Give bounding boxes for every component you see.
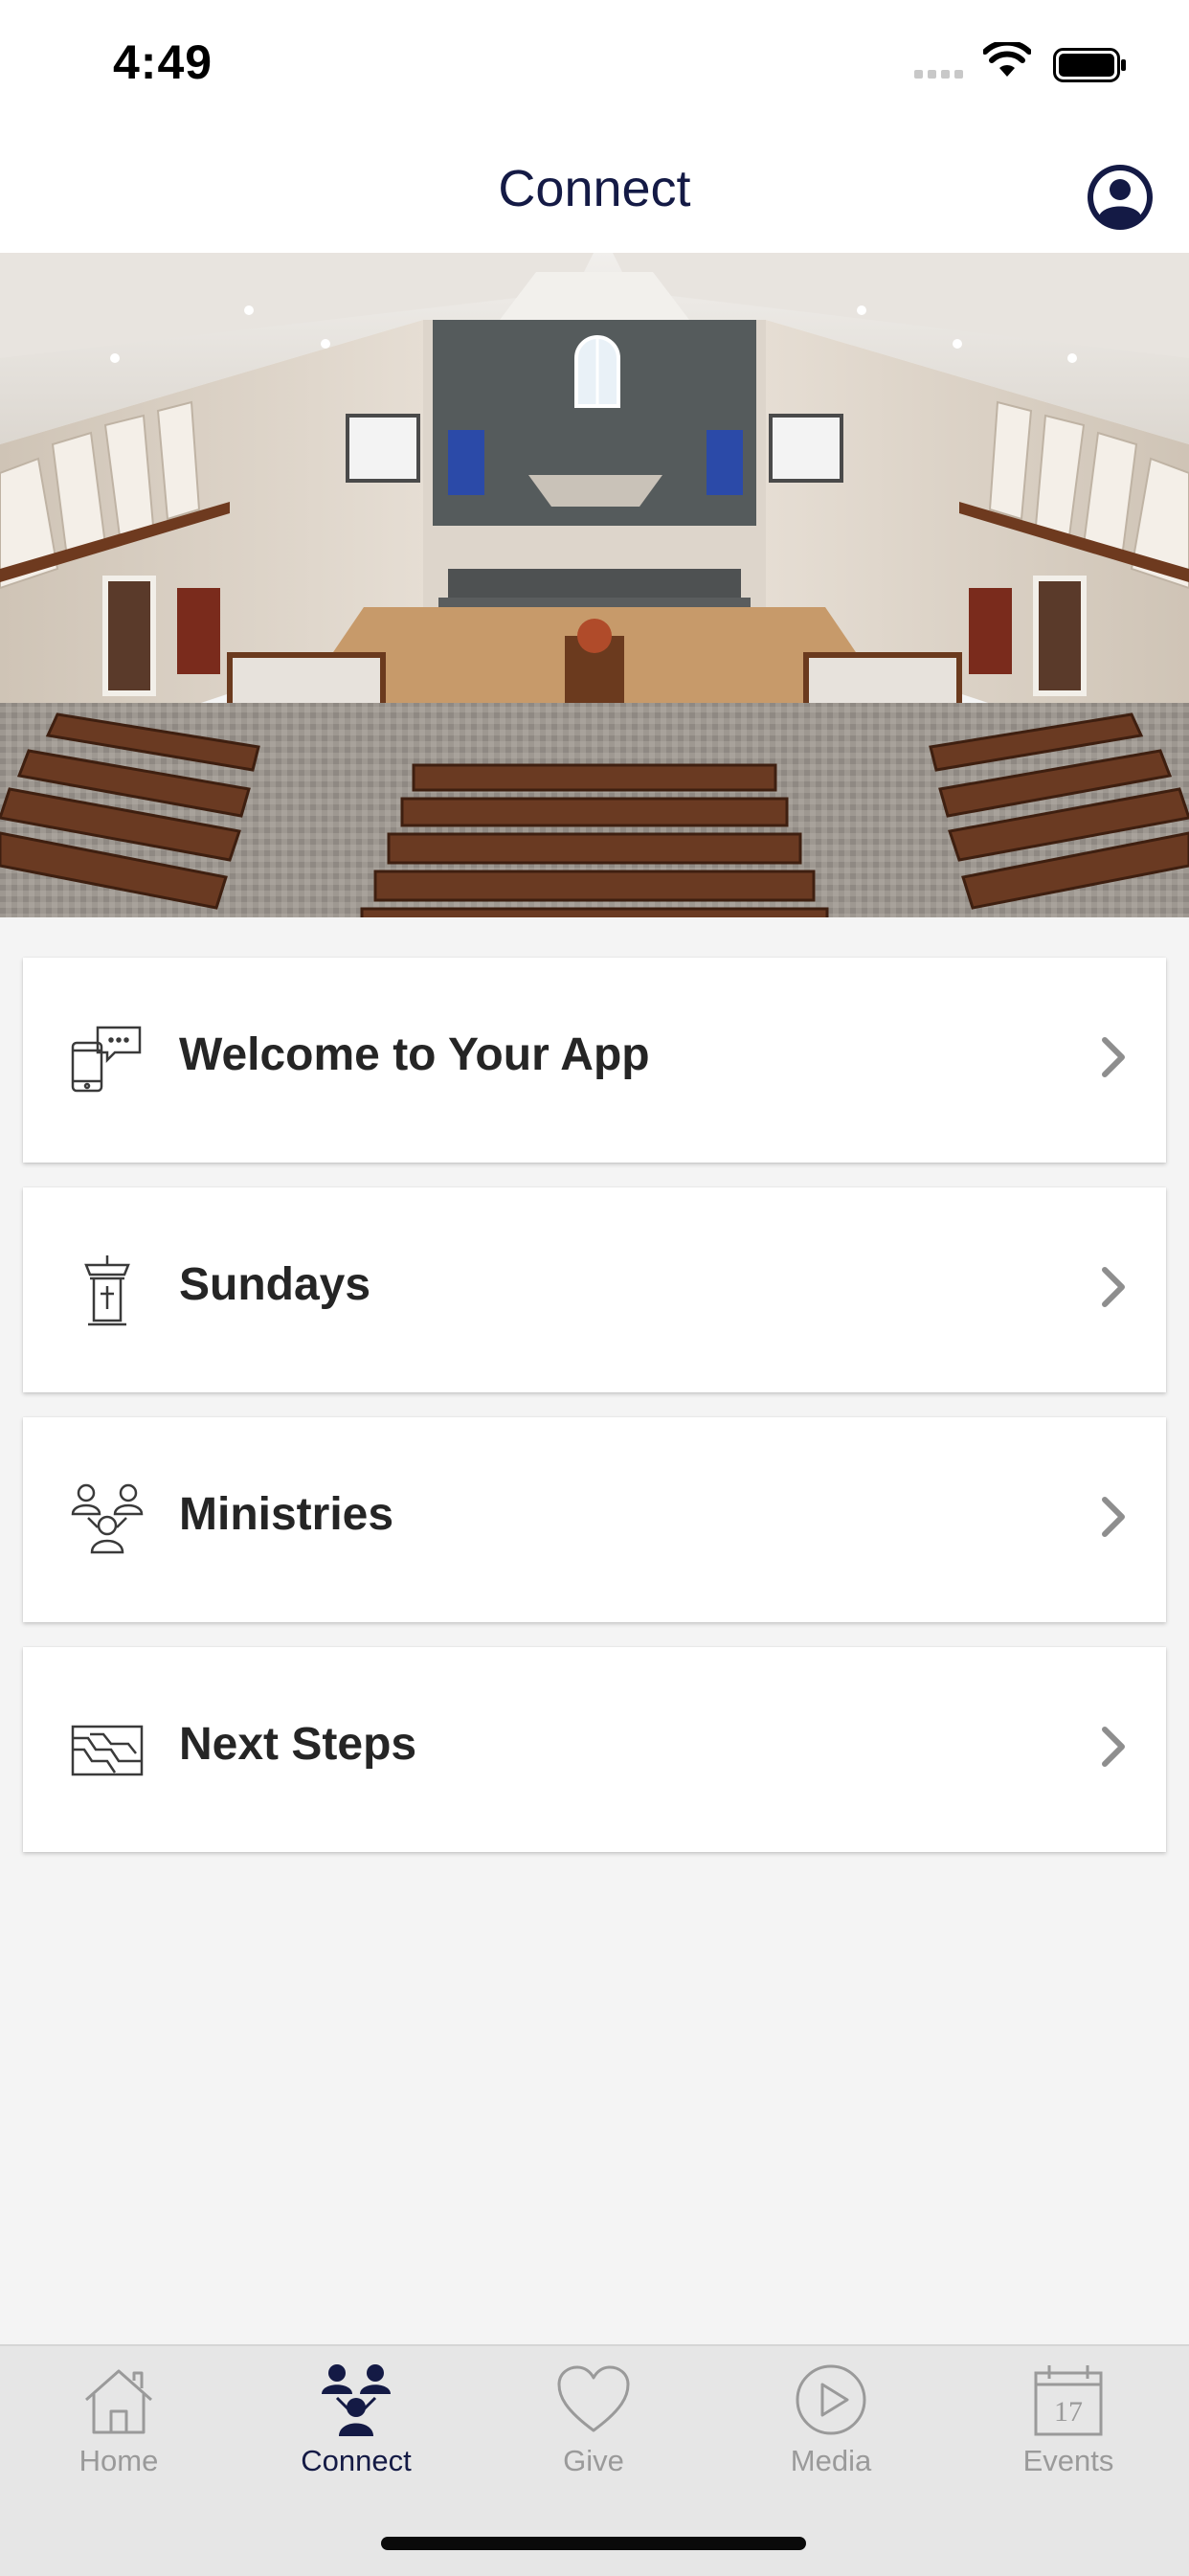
navigation-bar: Connect <box>0 134 1189 253</box>
page-title: Connect <box>498 160 691 217</box>
status-bar: 4:49 <box>0 0 1189 134</box>
sanctuary-illustration <box>0 253 1189 917</box>
people-group-icon <box>71 1483 144 1554</box>
menu-item-next-steps[interactable]: Next Steps <box>23 1647 1166 1852</box>
tab-label: Events <box>1022 2444 1114 2477</box>
menu-list: Welcome to Your App Sundays Ministries N… <box>23 958 1166 1877</box>
tab-label: Media <box>790 2444 872 2477</box>
menu-item-sundays[interactable]: Sundays <box>23 1187 1166 1392</box>
menu-item-ministries[interactable]: Ministries <box>23 1417 1166 1622</box>
pulpit-icon <box>84 1255 130 1326</box>
status-time: 4:49 <box>113 35 213 89</box>
wifi-icon <box>983 42 1031 77</box>
calendar-day: 17 <box>1054 2396 1083 2428</box>
menu-item-welcome[interactable]: Welcome to Your App <box>23 958 1166 1163</box>
chevron-right-icon <box>1102 1267 1125 1307</box>
phone-chat-icon <box>71 1026 142 1093</box>
cellular-signal-icon <box>914 70 963 79</box>
menu-item-label: Welcome to Your App <box>179 1029 650 1080</box>
tab-connect[interactable]: Connect <box>237 2361 475 2478</box>
heart-icon <box>557 2365 630 2432</box>
battery-icon <box>1053 48 1126 82</box>
tab-media[interactable]: Media <box>712 2361 950 2478</box>
menu-item-label: Sundays <box>179 1259 371 1310</box>
home-indicator[interactable] <box>381 2537 806 2550</box>
tab-label: Connect <box>301 2444 412 2477</box>
chevron-right-icon <box>1102 1037 1125 1077</box>
profile-icon[interactable] <box>1086 163 1155 232</box>
tab-home[interactable]: Home <box>0 2361 237 2478</box>
house-icon <box>85 2369 152 2434</box>
tab-give[interactable]: Give <box>475 2361 712 2478</box>
stairs-steps-icon <box>71 1725 144 1776</box>
chevron-right-icon <box>1102 1497 1125 1537</box>
play-circle-icon <box>796 2364 866 2435</box>
hero-image <box>0 253 1189 917</box>
calendar-icon: 17 <box>1034 2365 1103 2436</box>
tab-events[interactable]: 17 Events <box>950 2361 1187 2478</box>
people-icon <box>322 2364 391 2436</box>
menu-item-label: Next Steps <box>179 1719 417 1770</box>
tab-label: Give <box>563 2444 624 2477</box>
tab-label: Home <box>79 2444 159 2477</box>
menu-item-label: Ministries <box>179 1489 394 1540</box>
chevron-right-icon <box>1102 1727 1125 1767</box>
